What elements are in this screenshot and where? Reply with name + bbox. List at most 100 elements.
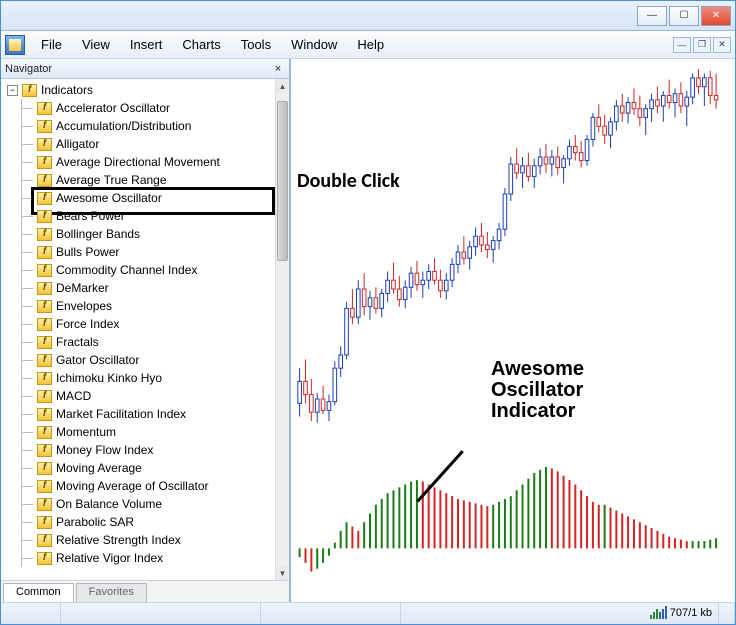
titlebar: — ☐ ✕ bbox=[1, 1, 735, 31]
indicator-icon bbox=[37, 534, 52, 547]
scrollbar[interactable]: ▲ ▼ bbox=[275, 79, 289, 580]
app-icon bbox=[5, 35, 25, 55]
tree-root-indicators[interactable]: − Indicators bbox=[1, 81, 275, 99]
annotation-line1: Awesome bbox=[491, 358, 584, 380]
tree-item-on-balance-volume[interactable]: On Balance Volume bbox=[1, 495, 275, 513]
tree-item-moving-average-of-oscillator[interactable]: Moving Average of Oscillator bbox=[1, 477, 275, 495]
tree-item-money-flow-index[interactable]: Money Flow Index bbox=[1, 441, 275, 459]
window-maximize-button[interactable]: ☐ bbox=[669, 6, 699, 26]
status-connection-text: 707/1 kb bbox=[670, 607, 712, 619]
indicator-icon bbox=[37, 462, 52, 475]
status-cell-2 bbox=[61, 603, 261, 624]
annotation-indicator-label: Awesome Oscillator Indicator bbox=[491, 359, 584, 422]
tree-item-label: Ichimoku Kinko Hyo bbox=[56, 371, 162, 385]
chart-area[interactable]: Double Click Awesome Oscillator Indicato… bbox=[291, 59, 735, 602]
tree-item-label: Momentum bbox=[56, 425, 116, 439]
status-bar: 707/1 kb bbox=[1, 602, 735, 624]
indicator-icon bbox=[37, 246, 52, 259]
menu-charts[interactable]: Charts bbox=[172, 37, 230, 52]
tree-item-ichimoku-kinko-hyo[interactable]: Ichimoku Kinko Hyo bbox=[1, 369, 275, 387]
tree-item-label: Relative Vigor Index bbox=[56, 551, 163, 565]
scrollbar-thumb[interactable] bbox=[277, 101, 288, 261]
status-connection: 707/1 kb bbox=[644, 603, 719, 624]
tree-item-momentum[interactable]: Momentum bbox=[1, 423, 275, 441]
tree-item-relative-vigor-index[interactable]: Relative Vigor Index bbox=[1, 549, 275, 567]
tree-item-alligator[interactable]: Alligator bbox=[1, 135, 275, 153]
tree-item-parabolic-sar[interactable]: Parabolic SAR bbox=[1, 513, 275, 531]
tree-item-label: Gator Oscillator bbox=[56, 353, 139, 367]
tree-item-accumulation-distribution[interactable]: Accumulation/Distribution bbox=[1, 117, 275, 135]
tree-item-moving-average[interactable]: Moving Average bbox=[1, 459, 275, 477]
tree-item-macd[interactable]: MACD bbox=[1, 387, 275, 405]
mdi-close-button[interactable]: ✕ bbox=[713, 37, 731, 53]
window-close-button[interactable]: ✕ bbox=[701, 6, 731, 26]
tree-item-fractals[interactable]: Fractals bbox=[1, 333, 275, 351]
tree-item-relative-strength-index[interactable]: Relative Strength Index bbox=[1, 531, 275, 549]
tree-item-label: Bears Power bbox=[56, 209, 125, 223]
tree-item-demarker[interactable]: DeMarker bbox=[1, 279, 275, 297]
tree-item-label: Envelopes bbox=[56, 299, 112, 313]
tree-item-label: Awesome Oscillator bbox=[56, 191, 162, 205]
tree-item-envelopes[interactable]: Envelopes bbox=[1, 297, 275, 315]
connection-icon bbox=[650, 605, 666, 619]
indicator-icon bbox=[37, 228, 52, 241]
navigator-title: Navigator bbox=[5, 63, 52, 75]
tree-item-label: DeMarker bbox=[56, 281, 109, 295]
scrollbar-down-icon[interactable]: ▼ bbox=[276, 566, 289, 580]
tree-item-label: Average Directional Movement bbox=[56, 155, 220, 169]
tree-item-bollinger-bands[interactable]: Bollinger Bands bbox=[1, 225, 275, 243]
tree-item-force-index[interactable]: Force Index bbox=[1, 315, 275, 333]
menu-view[interactable]: View bbox=[72, 37, 120, 52]
annotation-double-click: Double Click bbox=[297, 169, 400, 193]
tab-favorites[interactable]: Favorites bbox=[76, 583, 147, 602]
indicator-icon bbox=[37, 282, 52, 295]
navigator-close-button[interactable]: × bbox=[271, 63, 285, 75]
menu-window[interactable]: Window bbox=[281, 37, 347, 52]
tree-item-commodity-channel-index[interactable]: Commodity Channel Index bbox=[1, 261, 275, 279]
indicator-icon bbox=[37, 210, 52, 223]
annotation-line3: Indicator bbox=[491, 400, 575, 422]
tree-item-label: Bollinger Bands bbox=[56, 227, 140, 241]
tree-item-label: Moving Average bbox=[56, 461, 142, 475]
tree-item-bears-power[interactable]: Bears Power bbox=[1, 207, 275, 225]
tree-item-label: Average True Range bbox=[56, 173, 167, 187]
menu-file[interactable]: File bbox=[31, 37, 72, 52]
navigator-header: Navigator × bbox=[1, 59, 289, 79]
menu-insert[interactable]: Insert bbox=[120, 37, 173, 52]
navigator-panel: Navigator × − Indicators Accelerator Oscil… bbox=[1, 59, 291, 602]
indicator-icon bbox=[37, 372, 52, 385]
tree-item-average-directional-movement[interactable]: Average Directional Movement bbox=[1, 153, 275, 171]
tree-item-bulls-power[interactable]: Bulls Power bbox=[1, 243, 275, 261]
indicator-icon bbox=[37, 552, 52, 565]
status-cell-3 bbox=[261, 603, 401, 624]
indicator-icon bbox=[37, 318, 52, 331]
navigator-tree: − Indicators Accelerator Oscillator Accumul… bbox=[1, 79, 275, 580]
scrollbar-up-icon[interactable]: ▲ bbox=[276, 79, 289, 93]
indicator-icon bbox=[37, 102, 52, 115]
folder-icon bbox=[22, 84, 37, 97]
indicator-icon bbox=[37, 174, 52, 187]
mdi-minimize-button[interactable]: — bbox=[673, 37, 691, 53]
tree-item-gator-oscillator[interactable]: Gator Oscillator bbox=[1, 351, 275, 369]
mdi-restore-button[interactable]: ❐ bbox=[693, 37, 711, 53]
indicator-icon bbox=[37, 516, 52, 529]
tree-item-label: Money Flow Index bbox=[56, 443, 153, 457]
window-minimize-button[interactable]: — bbox=[637, 6, 667, 26]
tree-item-accelerator-oscillator[interactable]: Accelerator Oscillator bbox=[1, 99, 275, 117]
status-cell-1 bbox=[1, 603, 61, 624]
menu-tools[interactable]: Tools bbox=[231, 37, 281, 52]
tab-common[interactable]: Common bbox=[3, 583, 74, 602]
tree-item-average-true-range[interactable]: Average True Range bbox=[1, 171, 275, 189]
tree-item-label: Accelerator Oscillator bbox=[56, 101, 170, 115]
indicator-icon bbox=[37, 192, 52, 205]
mdi-controls: — ❐ ✕ bbox=[671, 37, 731, 53]
status-grip bbox=[719, 603, 735, 624]
indicator-icon bbox=[37, 120, 52, 133]
tree-item-market-facilitation-index[interactable]: Market Facilitation Index bbox=[1, 405, 275, 423]
tree-item-label: Market Facilitation Index bbox=[56, 407, 186, 421]
tree-root-label: Indicators bbox=[41, 83, 93, 97]
tree-item-awesome-oscillator[interactable]: Awesome Oscillator bbox=[1, 189, 275, 207]
menu-help[interactable]: Help bbox=[347, 37, 394, 52]
indicator-icon bbox=[37, 390, 52, 403]
collapse-icon[interactable]: − bbox=[7, 85, 18, 96]
